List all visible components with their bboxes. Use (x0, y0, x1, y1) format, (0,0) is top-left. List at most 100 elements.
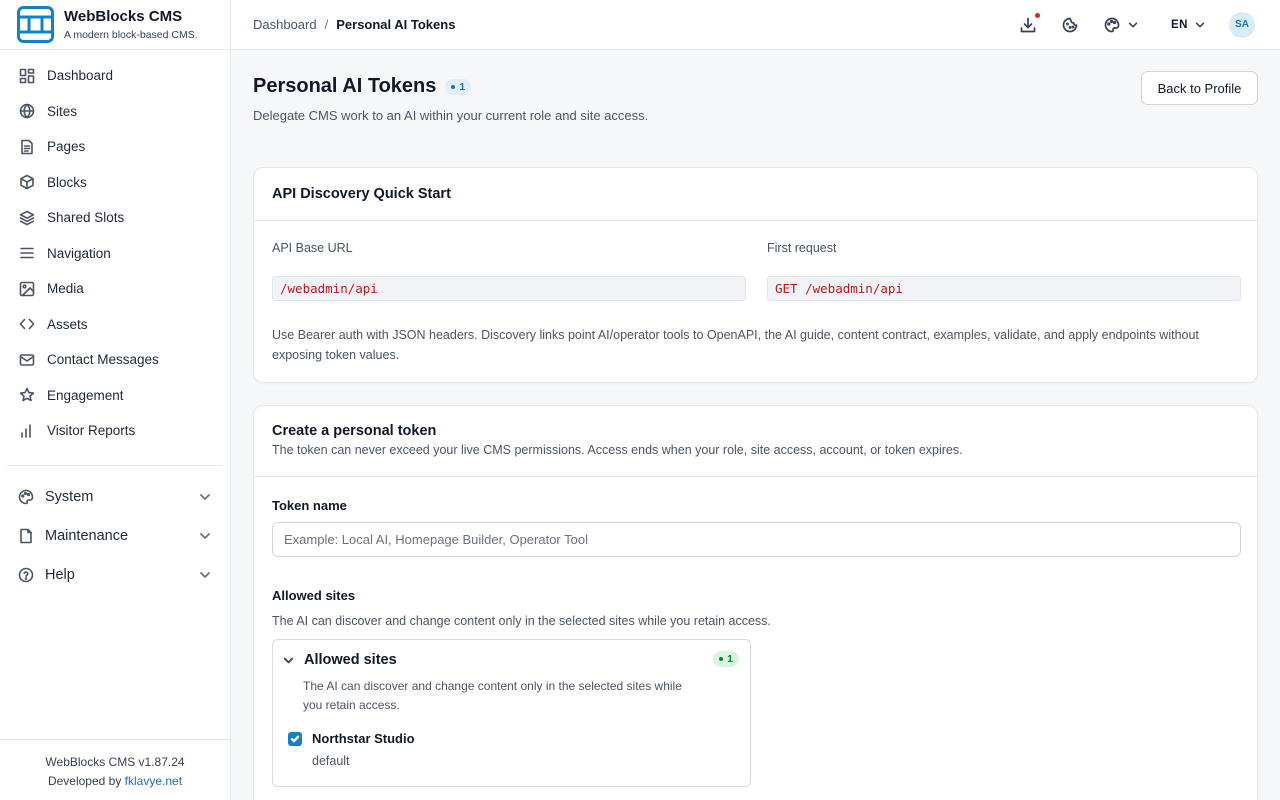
sidebar-item-label: Blocks (47, 174, 87, 190)
card-title: Create a personal token (272, 423, 437, 439)
sidebar-item-engagement[interactable]: Engagement (0, 378, 230, 414)
token-name-input[interactable] (272, 522, 1241, 557)
breadcrumb-separator: / (324, 17, 329, 32)
sidebar-item-label: Assets (47, 316, 88, 332)
badge-count: 1 (459, 80, 466, 93)
download-icon (1020, 17, 1036, 32)
layers-icon (19, 210, 35, 226)
page-title: Personal AI Tokens (253, 75, 437, 97)
brand[interactable]: WebBlocks CMS A modern block-based CMS. (0, 0, 230, 50)
api-discovery-card: API Discovery Quick Start API Base URL /… (253, 167, 1258, 383)
sidebar-item-shared-slots[interactable]: Shared Slots (0, 200, 230, 236)
token-name-label: Token name (272, 498, 347, 513)
allowed-sites-panel: Allowed sites 1 The AI can discover and … (272, 639, 751, 787)
badge-count: 1 (727, 653, 733, 665)
site-name: Northstar Studio (312, 731, 415, 746)
site-slug: default (312, 754, 350, 768)
chevron-down-icon (283, 657, 294, 663)
logo-icon (17, 6, 54, 43)
breadcrumb-dashboard[interactable]: Dashboard (253, 17, 317, 32)
sidebar-item-label: Pages (47, 139, 86, 155)
sidebar-group-maintenance[interactable]: Maintenance (0, 517, 230, 556)
palette-icon (1104, 17, 1120, 32)
page-header: Personal AI Tokens 1 (253, 75, 1258, 98)
site-option-northstar-studio[interactable]: Northstar Studio (288, 731, 415, 746)
check-icon (290, 735, 300, 742)
cookie-consent-button[interactable] (1061, 16, 1079, 34)
topbar: Dashboard / Personal AI Tokens EN SA (231, 0, 1280, 50)
sidebar-item-blocks[interactable]: Blocks (0, 165, 230, 201)
avatar[interactable]: SA (1229, 11, 1255, 38)
sidebar-divider (7, 464, 223, 466)
version-text: WebBlocks CMS v1.87.24 (45, 755, 185, 769)
sidebar-item-label: Dashboard (47, 68, 114, 84)
allowed-sites-toggle[interactable]: Allowed sites (282, 652, 397, 668)
document-icon (20, 528, 32, 544)
code-icon (19, 318, 35, 330)
sidebar-item-pages[interactable]: Pages (0, 129, 230, 165)
language-selector[interactable]: EN (1171, 19, 1206, 31)
language-label: EN (1171, 18, 1188, 31)
star-icon (19, 387, 35, 402)
back-to-profile-button[interactable]: Back to Profile (1141, 71, 1258, 105)
base-url-label: API Base URL (272, 241, 353, 255)
palette-icon (18, 489, 34, 505)
sidebar-item-dashboard[interactable]: Dashboard (0, 58, 230, 94)
theme-selector[interactable] (1103, 16, 1139, 34)
file-icon (21, 139, 33, 155)
cookie-icon (1062, 17, 1078, 32)
sidebar-item-navigation[interactable]: Navigation (0, 236, 230, 272)
sidebar-group-help[interactable]: Help (0, 556, 230, 595)
sidebar-nav: Dashboard Sites Pages Blocks Shared Slot… (0, 50, 230, 449)
mail-icon (19, 353, 35, 366)
brand-name: WebBlocks CMS (64, 8, 183, 25)
developer-credit: Developed by fklavye.net (0, 772, 230, 791)
first-request-value[interactable]: GET /webadmin/api (767, 276, 1241, 301)
breadcrumb: Dashboard / Personal AI Tokens (253, 17, 1019, 32)
menu-icon (20, 247, 34, 259)
allowed-sites-help: The AI can discover and change content o… (272, 614, 771, 628)
panel-title: Allowed sites (304, 652, 397, 668)
panel-description: The AI can discover and change content o… (303, 679, 682, 712)
sidebar-group-label: Maintenance (45, 528, 129, 544)
dashboard-icon (19, 68, 35, 84)
sidebar-item-sites[interactable]: Sites (0, 94, 230, 130)
sidebar-item-label: Visitor Reports (47, 423, 136, 439)
brand-tagline: A modern block-based CMS. (64, 29, 198, 41)
sidebar: WebBlocks CMS A modern block-based CMS. … (0, 0, 231, 800)
site-checkbox[interactable] (288, 731, 302, 746)
sidebar-item-visitor-reports[interactable]: Visitor Reports (0, 413, 230, 449)
badge-dot (719, 657, 724, 661)
developer-link[interactable]: fklavye.net (125, 774, 182, 788)
sidebar-group-label: System (45, 489, 94, 505)
chevron-down-icon (200, 533, 210, 539)
sidebar-item-label: Sites (47, 103, 78, 119)
globe-icon (19, 103, 35, 119)
sidebar-item-label: Shared Slots (47, 210, 125, 226)
chevron-down-icon (200, 572, 210, 578)
sidebar-item-contact-messages[interactable]: Contact Messages (0, 342, 230, 378)
sidebar-item-assets[interactable]: Assets (0, 307, 230, 343)
downloads-button[interactable] (1019, 12, 1041, 34)
cube-icon (20, 174, 34, 190)
main-content: Personal AI Tokens 1 Delegate CMS work t… (253, 50, 1258, 800)
discovery-note: Use Bearer auth with JSON headers. Disco… (272, 328, 1199, 362)
token-count-badge: 1 (445, 78, 472, 95)
sidebar-footer: WebBlocks CMS v1.87.24 Developed by fkla… (0, 739, 230, 800)
base-url-value[interactable]: /webadmin/api (272, 276, 746, 301)
chevron-down-icon (1128, 22, 1138, 27)
bar-chart-icon (21, 423, 31, 438)
sidebar-item-media[interactable]: Media (0, 271, 230, 307)
breadcrumb-current: Personal AI Tokens (336, 17, 456, 32)
sidebar-group-system[interactable]: System (0, 478, 230, 517)
allowed-sites-label: Allowed sites (272, 588, 356, 603)
card-subtitle: The token can never exceed your live CMS… (272, 443, 963, 457)
create-token-card: Create a personal token The token can ne… (253, 405, 1258, 800)
sidebar-item-label: Engagement (47, 387, 124, 403)
card-title: API Discovery Quick Start (254, 168, 1257, 221)
badge-dot (451, 84, 456, 89)
sidebar-item-label: Navigation (47, 245, 111, 261)
image-icon (19, 281, 35, 297)
sidebar-item-label: Media (47, 281, 84, 297)
chevron-down-icon (200, 494, 210, 500)
